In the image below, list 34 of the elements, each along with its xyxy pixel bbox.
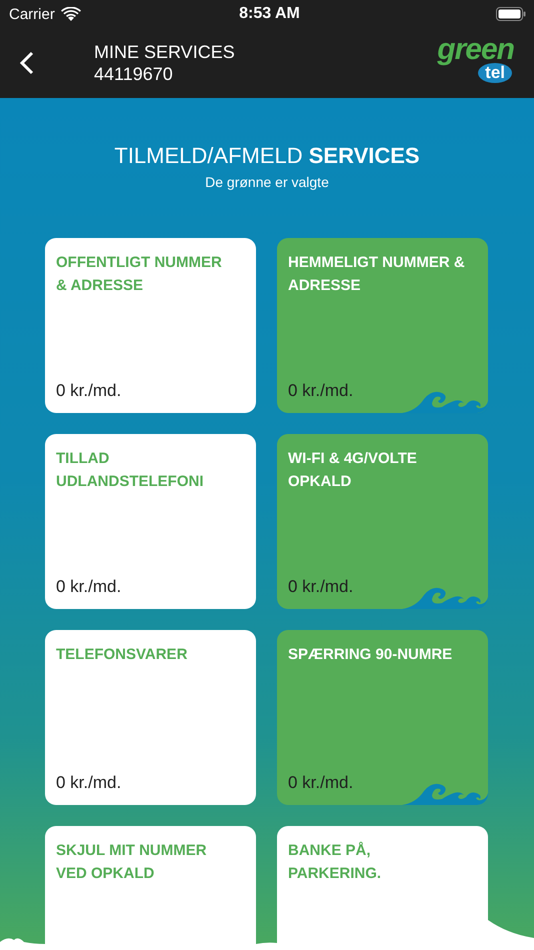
section-heading: TILMELD/AFMELD SERVICES	[114, 142, 420, 170]
chevron-left-icon	[20, 51, 34, 75]
wave-drawing	[0, 936, 45, 950]
carrier-name: Carrier	[9, 6, 55, 22]
service-card[interactable]: HEMMELIGT NUMMER & ADRESSE 0 kr./md.	[277, 238, 488, 413]
screen-title: MINE SERVICES	[94, 41, 236, 63]
service-title: WI-FI & 4G/VOLTE OPKALD	[288, 449, 418, 492]
wave-drawing	[488, 920, 534, 950]
phone-number: 44119670	[94, 63, 174, 85]
service-price: 0 kr./md.	[56, 381, 122, 401]
back-button[interactable]	[18, 49, 36, 77]
service-title: SPÆRRING 90-NUMRE	[288, 645, 454, 665]
service-title: OFFENTLIGT NUMMER & ADRESSE	[56, 253, 223, 296]
service-price: 0 kr./md.	[56, 577, 122, 597]
service-card[interactable]: TILLAD UDLANDSTELEFONI 0 kr./md.	[45, 434, 256, 609]
service-card[interactable]: WI-FI & 4G/VOLTE OPKALD 0 kr./md.	[277, 434, 488, 609]
service-card[interactable]: OFFENTLIGT NUMMER & ADRESSE 0 kr./md.	[45, 238, 256, 413]
service-price: 0 kr./md.	[56, 773, 122, 793]
service-card[interactable]: TELEFONSVARER 0 kr./md.	[45, 630, 256, 805]
service-price: 0 kr./md.	[288, 773, 354, 793]
status-time: 8:53 AM	[239, 5, 300, 23]
service-title: BANKE PÅ, PARKERING.	[288, 840, 382, 884]
wave-drawing	[256, 940, 277, 950]
service-card[interactable]: SPÆRRING 90-NUMRE 0 kr./md.	[277, 630, 488, 805]
brand-logo: green tel	[437, 37, 514, 83]
service-title: HEMMELIGT NUMMER & ADRESSE	[288, 253, 466, 296]
service-title: TILLAD UDLANDSTELEFONI	[56, 449, 204, 492]
service-price: 0 kr./md.	[288, 381, 354, 401]
wifi-icon	[60, 6, 81, 22]
section-subtitle: De grønne er valgte	[205, 174, 329, 190]
battery-icon	[496, 7, 526, 21]
service-title: SKJUL MIT NUMMER VED OPKALD	[56, 841, 208, 884]
service-title: TELEFONSVARER	[56, 645, 188, 665]
service-price: 0 kr./md.	[288, 577, 354, 597]
